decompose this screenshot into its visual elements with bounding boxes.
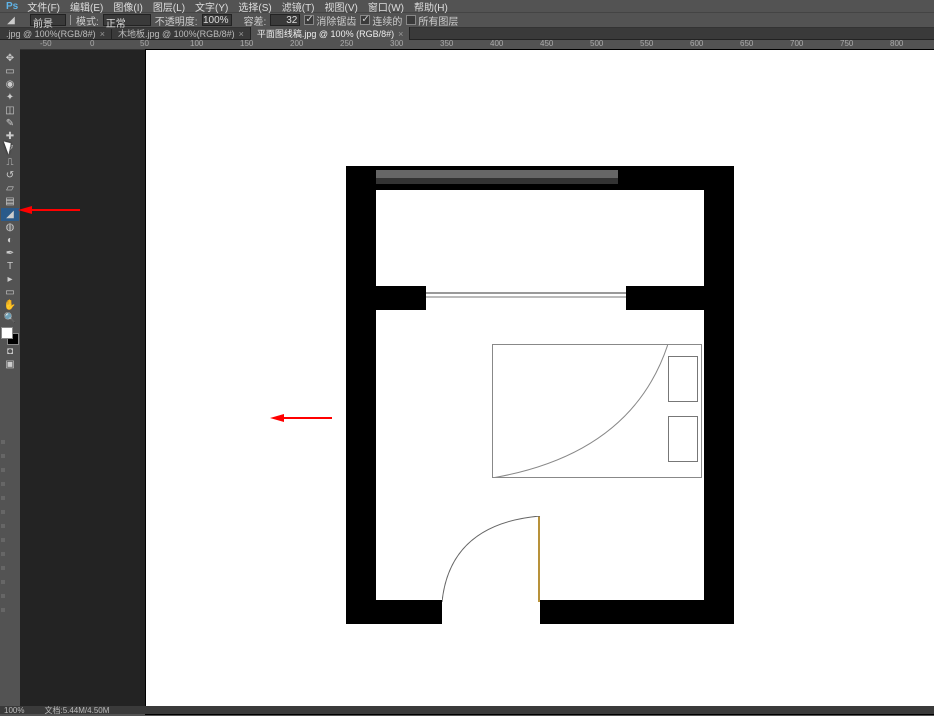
screenmode-tool[interactable]: ▣ (1, 358, 19, 371)
crop-tool[interactable]: ◫ (1, 104, 19, 117)
mode-label: 模式: (76, 13, 99, 28)
app-logo: Ps (2, 1, 22, 12)
close-icon[interactable]: × (239, 29, 244, 39)
pen-tool[interactable]: ✒ (1, 247, 19, 260)
contiguous-checkbox[interactable]: ✓连续的 (360, 13, 402, 28)
antialias-checkbox[interactable]: ✓消除锯齿 (304, 13, 356, 28)
quickmask-tool[interactable]: ◘ (1, 345, 19, 358)
eraser-tool[interactable]: ▱ (1, 182, 19, 195)
menu-select[interactable]: 选择(S) (233, 0, 276, 14)
tolerance-label: 容差: (244, 13, 267, 28)
menu-bar: Ps 文件(F) 编辑(E) 图像(I) 图层(L) 文字(Y) 选择(S) 滤… (0, 0, 934, 12)
alllayers-checkbox[interactable]: 所有图层 (406, 13, 458, 28)
foreground-swatch[interactable] (1, 327, 13, 339)
paint-bucket-tool[interactable]: ◢ (1, 208, 19, 221)
lasso-tool[interactable]: ◉ (1, 78, 19, 91)
document-tab-3[interactable]: 平面图线稿.jpg @ 100% (RGB/8#)× (251, 27, 410, 40)
panel-tabs-collapsed[interactable] (1, 440, 5, 612)
document-tab-1[interactable]: .jpg @ 100%(RGB/8#)× (0, 29, 112, 39)
menu-window[interactable]: 窗口(W) (363, 0, 409, 14)
path-select-tool[interactable]: ▸ (1, 273, 19, 286)
floorplan-drawing (346, 166, 734, 624)
ruler-horizontal[interactable]: -100-50050100150200250300350400450500550… (20, 40, 934, 50)
status-bar: 100% 文档:5.44M/4.50M (0, 706, 934, 714)
menu-type[interactable]: 文字(Y) (190, 0, 233, 14)
canvas-background (20, 50, 146, 714)
menu-help[interactable]: 帮助(H) (409, 0, 453, 14)
wand-tool[interactable]: ✦ (1, 91, 19, 104)
annotation-arrow-canvas (270, 414, 284, 422)
rectangle-tool[interactable]: ▭ (1, 286, 19, 299)
toolbox: ✥ ▭ ◉ ✦ ◫ ✎ ✚ ✐ ⎍ ↺ ▱ ▤ ◢ ◍ ◐ ✒ T ▸ ▭ ✋ … (0, 50, 20, 371)
zoom-level[interactable]: 100% (4, 706, 24, 715)
opacity-input[interactable]: 100% (202, 14, 232, 26)
menu-image[interactable]: 图像(I) (108, 0, 147, 14)
menu-edit[interactable]: 编辑(E) (65, 0, 108, 14)
type-tool[interactable]: T (1, 260, 19, 273)
move-tool[interactable]: ✥ (1, 52, 19, 65)
mode-select[interactable]: 正常 (103, 14, 151, 26)
document-tab-bar: .jpg @ 100%(RGB/8#)× 木地板.jpg @ 100%(RGB/… (0, 28, 934, 40)
canvas-document[interactable] (146, 50, 934, 714)
annotation-arrow-tool (18, 206, 32, 214)
close-icon[interactable]: × (398, 29, 403, 39)
opacity-label: 不透明度: (155, 13, 198, 28)
tolerance-input[interactable]: 32 (270, 14, 300, 26)
options-bar: ◢ 前景 模式: 正常 不透明度: 100% 容差: 32 ✓消除锯齿 ✓连续的… (0, 12, 934, 28)
color-swatches[interactable] (1, 327, 19, 345)
menu-view[interactable]: 视图(V) (320, 0, 363, 14)
hand-tool[interactable]: ✋ (1, 299, 19, 312)
close-icon[interactable]: × (100, 29, 105, 39)
stamp-tool[interactable]: ⎍ (1, 156, 19, 169)
marquee-tool[interactable]: ▭ (1, 65, 19, 78)
menu-filter[interactable]: 滤镜(T) (277, 0, 320, 14)
eyedropper-tool[interactable]: ✎ (1, 117, 19, 130)
menu-layer[interactable]: 图层(L) (148, 0, 190, 14)
gradient-tool[interactable]: ▤ (1, 195, 19, 208)
blur-tool[interactable]: ◍ (1, 221, 19, 234)
history-brush-tool[interactable]: ↺ (1, 169, 19, 182)
document-tab-2[interactable]: 木地板.jpg @ 100%(RGB/8#)× (112, 27, 251, 40)
zoom-tool[interactable]: 🔍 (1, 312, 19, 325)
paint-bucket-icon: ◢ (4, 15, 18, 26)
menu-file[interactable]: 文件(F) (22, 0, 65, 14)
fill-source-select[interactable]: 前景 (30, 14, 66, 26)
dodge-tool[interactable]: ◐ (1, 234, 19, 247)
